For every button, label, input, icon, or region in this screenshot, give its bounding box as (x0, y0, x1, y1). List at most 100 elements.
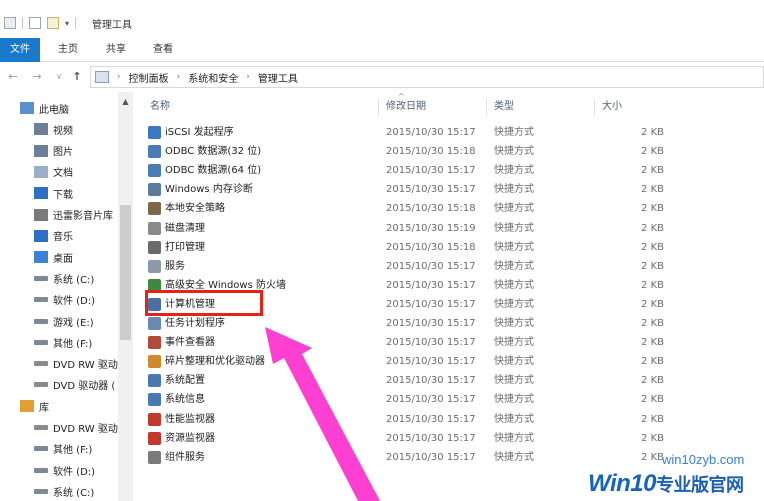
sidebar-item[interactable]: 系统 (C:) (34, 481, 118, 501)
file-type: 快捷方式 (494, 279, 534, 291)
file-name-cell: Windows 内存诊断 (148, 180, 378, 199)
performance-monitor-icon (148, 412, 161, 426)
breadcrumb-separator-icon[interactable]: › (117, 72, 121, 82)
file-name-cell: 系统配置 (148, 371, 378, 390)
file-type: 快捷方式 (494, 127, 534, 138)
column-divider[interactable] (486, 98, 487, 116)
file-size: 2 KB (641, 413, 664, 425)
column-divider[interactable] (594, 98, 595, 116)
file-name: ODBC 数据源(64 位) (165, 165, 262, 177)
file-row[interactable]: 碎片整理和优化驱动器 2015/10/30 15:17 快捷方式 2 KB (148, 352, 764, 371)
file-type: 快捷方式 (494, 241, 534, 253)
sidebar-item[interactable]: 其他 (F:) (34, 332, 118, 352)
file-row[interactable]: 打印管理 2015/10/30 15:18 快捷方式 2 KB (148, 238, 764, 257)
music-folder-icon (34, 229, 48, 242)
forward-arrow-icon[interactable]: → (30, 70, 44, 84)
dvd-drive-icon (34, 361, 48, 367)
file-row[interactable]: 系统信息 2015/10/30 15:17 快捷方式 2 KB (148, 390, 764, 409)
sidebar-item[interactable]: 文档 (34, 162, 118, 182)
breadcrumb-control-panel[interactable]: 控制面板 (129, 70, 169, 85)
sidebar-item[interactable]: DVD 驱动器 ( (34, 375, 118, 395)
column-header-date[interactable]: 修改日期 (386, 98, 426, 116)
chevron-down-icon[interactable]: ∨ (52, 70, 66, 84)
sidebar-item-label: 其他 (F:) (53, 445, 93, 457)
file-row[interactable]: 系统配置 2015/10/30 15:17 快捷方式 2 KB (148, 371, 764, 390)
drive-icon (34, 297, 48, 303)
breadcrumb-separator-icon[interactable]: › (246, 72, 250, 82)
file-name-cell: 本地安全策略 (148, 199, 378, 218)
sidebar-item[interactable]: 软件 (D:) (34, 290, 118, 310)
sidebar-item[interactable]: 此电脑 (20, 98, 118, 118)
file-date: 2015/10/30 15:17 (386, 356, 476, 368)
sidebar-item[interactable]: 软件 (D:) (34, 460, 118, 480)
file-date: 2015/10/30 15:17 (386, 337, 476, 349)
sidebar-item[interactable]: DVD RW 驱动 (34, 354, 118, 374)
sidebar-item[interactable]: 下载 (34, 183, 118, 203)
file-row[interactable]: 本地安全策略 2015/10/30 15:18 快捷方式 2 KB (148, 199, 764, 218)
file-row[interactable]: Windows 内存诊断 2015/10/30 15:17 快捷方式 2 KB (148, 180, 764, 199)
new-folder-icon[interactable] (47, 17, 59, 29)
window-title: 管理工具 (92, 20, 132, 31)
scroll-up-icon[interactable]: ▲ (119, 96, 132, 108)
sidebar-item[interactable]: 图片 (34, 141, 118, 161)
drive-icon (34, 275, 48, 281)
breadcrumb-separator-icon[interactable]: › (177, 72, 181, 82)
disk-cleanup-icon (148, 221, 161, 235)
sidebar-item[interactable]: 迅雷影音片库 (34, 205, 118, 225)
file-size: 2 KB (641, 203, 664, 215)
customize-toolbar-chevron-icon[interactable]: ▾ (65, 19, 69, 28)
file-type: 快捷方式 (494, 203, 534, 215)
tab-view[interactable]: 查看 (150, 38, 176, 62)
sidebar-item[interactable]: DVD RW 驱动器 (34, 418, 118, 438)
file-row[interactable]: ODBC 数据源(64 位) 2015/10/30 15:17 快捷方式 2 KB (148, 161, 764, 180)
back-arrow-icon[interactable]: ← (6, 70, 20, 84)
file-row[interactable]: iSCSI 发起程序 2015/10/30 15:17 快捷方式 2 KB (148, 123, 764, 142)
sidebar-item[interactable]: 音乐 (34, 226, 118, 246)
file-row[interactable]: ODBC 数据源(32 位) 2015/10/30 15:18 快捷方式 2 KB (148, 142, 764, 161)
file-date: 2015/10/30 15:17 (386, 298, 476, 310)
address-bar[interactable]: › 控制面板 › 系统和安全 › 管理工具 (90, 66, 764, 88)
tab-share[interactable]: 共享 (103, 38, 129, 62)
file-size: 2 KB (641, 127, 664, 138)
file-name-cell: 性能监视器 (148, 410, 378, 429)
tab-file[interactable]: 文件 (0, 38, 40, 62)
file-type: 快捷方式 (494, 394, 534, 406)
sidebar-item[interactable]: 库 (20, 396, 118, 416)
column-header-size[interactable]: 大小 (602, 98, 622, 116)
properties-icon[interactable] (4, 17, 16, 29)
file-type: 快捷方式 (494, 222, 534, 234)
tab-home[interactable]: 主页 (55, 38, 81, 62)
file-row[interactable]: 事件查看器 2015/10/30 15:17 快捷方式 2 KB (148, 333, 764, 352)
file-row[interactable]: 资源监视器 2015/10/30 15:17 快捷方式 2 KB (148, 429, 764, 448)
sidebar-item-label: 文档 (53, 168, 73, 180)
sidebar-item[interactable]: 其他 (F:) (34, 439, 118, 459)
sidebar-item[interactable]: 系统 (C:) (34, 268, 118, 288)
breadcrumb-system-security[interactable]: 系统和安全 (188, 70, 238, 85)
file-name: 性能监视器 (165, 413, 215, 425)
column-header-type[interactable]: 类型 (494, 98, 514, 116)
column-divider[interactable] (378, 98, 379, 116)
new-document-icon[interactable] (29, 17, 41, 29)
file-name: 打印管理 (165, 241, 205, 253)
sidebar-scroll-thumb[interactable] (120, 205, 131, 340)
file-row[interactable]: 任务计划程序 2015/10/30 15:17 快捷方式 2 KB (148, 314, 764, 333)
computer-icon (20, 102, 34, 114)
column-header-name[interactable]: 名称 (150, 98, 170, 116)
sidebar-item[interactable]: 游戏 (E:) (34, 311, 118, 331)
file-row[interactable]: 服务 2015/10/30 15:17 快捷方式 2 KB (148, 257, 764, 276)
up-arrow-icon[interactable]: ↑ (70, 70, 84, 84)
file-type: 快捷方式 (494, 356, 534, 368)
iscsi-icon (148, 126, 161, 139)
file-name-cell: 任务计划程序 (148, 314, 378, 333)
file-type: 快捷方式 (494, 260, 534, 272)
file-size: 2 KB (641, 337, 664, 349)
breadcrumb-admin-tools[interactable]: 管理工具 (258, 70, 298, 85)
sidebar-item[interactable]: 桌面 (34, 247, 118, 267)
highlight-box (145, 290, 263, 316)
memory-diagnostic-icon (148, 183, 161, 197)
sidebar-item[interactable]: 视频 (34, 119, 118, 139)
file-row[interactable]: 性能监视器 2015/10/30 15:17 快捷方式 2 KB (148, 410, 764, 429)
file-row[interactable]: 磁盘清理 2015/10/30 15:19 快捷方式 2 KB (148, 219, 764, 238)
file-date: 2015/10/30 15:17 (386, 413, 476, 425)
sidebar-item-label: 图片 (53, 147, 73, 159)
